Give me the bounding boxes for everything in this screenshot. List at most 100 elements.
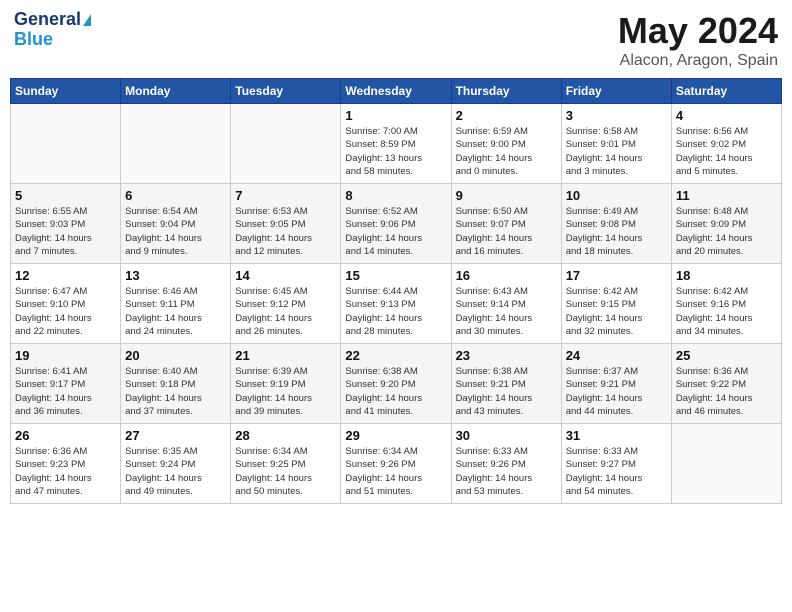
calendar-cell: 3Sunrise: 6:58 AM Sunset: 9:01 PM Daylig…	[561, 104, 671, 184]
day-number: 11	[676, 188, 777, 203]
weekday-header-monday: Monday	[121, 79, 231, 104]
day-info: Sunrise: 6:44 AM Sunset: 9:13 PM Dayligh…	[345, 285, 446, 338]
day-number: 5	[15, 188, 116, 203]
day-info: Sunrise: 6:52 AM Sunset: 9:06 PM Dayligh…	[345, 205, 446, 258]
day-info: Sunrise: 6:39 AM Sunset: 9:19 PM Dayligh…	[235, 365, 336, 418]
calendar-cell: 16 Sunrise: 6:43 AM Sunset: 9:14 PM Dayli…	[451, 264, 561, 344]
day-number: 13	[125, 268, 226, 283]
day-info: Sunrise: 6:43 AM Sunset: 9:14 PM Dayligh…	[456, 285, 557, 338]
calendar-cell: 21 Sunrise: 6:39 AM Sunset: 9:19 PM Dayli…	[231, 344, 341, 424]
calendar-cell: 11 Sunrise: 6:48 AM Sunset: 9:09 PM Dayli…	[671, 184, 781, 264]
calendar-cell: 22Sunrise: 6:38 AM Sunset: 9:20 PM Dayli…	[341, 344, 451, 424]
day-number: 27	[125, 428, 226, 443]
calendar-cell: 28Sunrise: 6:34 AM Sunset: 9:25 PM Dayli…	[231, 424, 341, 504]
calendar-cell: 14Sunrise: 6:45 AM Sunset: 9:12 PM Dayli…	[231, 264, 341, 344]
day-info: Sunrise: 6:53 AM Sunset: 9:05 PM Dayligh…	[235, 205, 336, 258]
day-info: Sunrise: 6:34 AM Sunset: 9:26 PM Dayligh…	[345, 445, 446, 498]
day-info: Sunrise: 6:38 AM Sunset: 9:20 PM Dayligh…	[345, 365, 446, 418]
calendar-cell: 31 Sunrise: 6:33 AM Sunset: 9:27 PM Dayli…	[561, 424, 671, 504]
day-info: Sunrise: 6:49 AM Sunset: 9:08 PM Dayligh…	[566, 205, 667, 258]
calendar-cell: 9 Sunrise: 6:50 AM Sunset: 9:07 PM Daylig…	[451, 184, 561, 264]
day-number: 6	[125, 188, 226, 203]
day-number: 21	[235, 348, 336, 363]
calendar-cell: 5 Sunrise: 6:55 AM Sunset: 9:03 PM Daylig…	[11, 184, 121, 264]
day-number: 2	[456, 108, 557, 123]
calendar-cell	[231, 104, 341, 184]
weekday-header-tuesday: Tuesday	[231, 79, 341, 104]
day-info: Sunrise: 6:58 AM Sunset: 9:01 PM Dayligh…	[566, 125, 667, 178]
day-number: 16	[456, 268, 557, 283]
calendar-cell: 4Sunrise: 6:56 AM Sunset: 9:02 PM Daylig…	[671, 104, 781, 184]
day-info: Sunrise: 6:47 AM Sunset: 9:10 PM Dayligh…	[15, 285, 116, 338]
day-number: 1	[345, 108, 446, 123]
calendar-location: Alacon, Aragon, Spain	[618, 52, 778, 70]
day-info: Sunrise: 6:48 AM Sunset: 9:09 PM Dayligh…	[676, 205, 777, 258]
day-info: Sunrise: 6:45 AM Sunset: 9:12 PM Dayligh…	[235, 285, 336, 338]
calendar-cell: 13 Sunrise: 6:46 AM Sunset: 9:11 PM Dayli…	[121, 264, 231, 344]
day-info: Sunrise: 6:50 AM Sunset: 9:07 PM Dayligh…	[456, 205, 557, 258]
day-number: 8	[345, 188, 446, 203]
day-info: Sunrise: 6:41 AM Sunset: 9:17 PM Dayligh…	[15, 365, 116, 418]
calendar-cell: 1 Sunrise: 7:00 AM Sunset: 8:59 PM Daylig…	[341, 104, 451, 184]
day-number: 31	[566, 428, 667, 443]
page-header: General Blue May 2024 Alacon, Aragon, Sp…	[10, 10, 782, 70]
calendar-cell: 26 Sunrise: 6:36 AM Sunset: 9:23 PM Dayli…	[11, 424, 121, 504]
calendar-week-5: 26 Sunrise: 6:36 AM Sunset: 9:23 PM Dayli…	[11, 424, 782, 504]
calendar-title: May 2024	[618, 10, 778, 52]
day-number: 10	[566, 188, 667, 203]
weekday-header-saturday: Saturday	[671, 79, 781, 104]
day-number: 30	[456, 428, 557, 443]
calendar-week-1: 1 Sunrise: 7:00 AM Sunset: 8:59 PM Daylig…	[11, 104, 782, 184]
calendar-cell: 30 Sunrise: 6:33 AM Sunset: 9:26 PM Dayli…	[451, 424, 561, 504]
day-number: 17	[566, 268, 667, 283]
calendar-cell: 15Sunrise: 6:44 AM Sunset: 9:13 PM Dayli…	[341, 264, 451, 344]
weekday-header-row: SundayMondayTuesdayWednesdayThursdayFrid…	[11, 79, 782, 104]
day-info: Sunrise: 6:36 AM Sunset: 9:22 PM Dayligh…	[676, 365, 777, 418]
day-info: Sunrise: 6:33 AM Sunset: 9:26 PM Dayligh…	[456, 445, 557, 498]
day-info: Sunrise: 6:59 AM Sunset: 9:00 PM Dayligh…	[456, 125, 557, 178]
day-info: Sunrise: 6:46 AM Sunset: 9:11 PM Dayligh…	[125, 285, 226, 338]
calendar-cell: 25Sunrise: 6:36 AM Sunset: 9:22 PM Dayli…	[671, 344, 781, 424]
calendar-cell: 7 Sunrise: 6:53 AM Sunset: 9:05 PM Daylig…	[231, 184, 341, 264]
day-info: Sunrise: 6:35 AM Sunset: 9:24 PM Dayligh…	[125, 445, 226, 498]
day-number: 4	[676, 108, 777, 123]
logo: General Blue	[14, 10, 91, 50]
day-number: 7	[235, 188, 336, 203]
calendar-cell: 12Sunrise: 6:47 AM Sunset: 9:10 PM Dayli…	[11, 264, 121, 344]
calendar-cell: 19 Sunrise: 6:41 AM Sunset: 9:17 PM Dayli…	[11, 344, 121, 424]
calendar-cell	[671, 424, 781, 504]
weekday-header-friday: Friday	[561, 79, 671, 104]
calendar-cell	[11, 104, 121, 184]
day-number: 20	[125, 348, 226, 363]
day-info: Sunrise: 6:40 AM Sunset: 9:18 PM Dayligh…	[125, 365, 226, 418]
calendar-cell: 18Sunrise: 6:42 AM Sunset: 9:16 PM Dayli…	[671, 264, 781, 344]
day-info: Sunrise: 6:42 AM Sunset: 9:15 PM Dayligh…	[566, 285, 667, 338]
calendar-cell: 29 Sunrise: 6:34 AM Sunset: 9:26 PM Dayli…	[341, 424, 451, 504]
day-number: 19	[15, 348, 116, 363]
weekday-header-wednesday: Wednesday	[341, 79, 451, 104]
day-number: 26	[15, 428, 116, 443]
logo-text-blue: Blue	[14, 30, 53, 50]
weekday-header-sunday: Sunday	[11, 79, 121, 104]
day-info: Sunrise: 6:54 AM Sunset: 9:04 PM Dayligh…	[125, 205, 226, 258]
logo-triangle-icon	[83, 14, 91, 26]
calendar-week-3: 12Sunrise: 6:47 AM Sunset: 9:10 PM Dayli…	[11, 264, 782, 344]
calendar-week-2: 5 Sunrise: 6:55 AM Sunset: 9:03 PM Daylig…	[11, 184, 782, 264]
day-info: Sunrise: 7:00 AM Sunset: 8:59 PM Dayligh…	[345, 125, 446, 178]
calendar-cell: 27 Sunrise: 6:35 AM Sunset: 9:24 PM Dayli…	[121, 424, 231, 504]
calendar-cell: 23Sunrise: 6:38 AM Sunset: 9:21 PM Dayli…	[451, 344, 561, 424]
day-info: Sunrise: 6:55 AM Sunset: 9:03 PM Dayligh…	[15, 205, 116, 258]
calendar-week-4: 19 Sunrise: 6:41 AM Sunset: 9:17 PM Dayli…	[11, 344, 782, 424]
day-number: 9	[456, 188, 557, 203]
title-block: May 2024 Alacon, Aragon, Spain	[618, 10, 778, 70]
day-number: 23	[456, 348, 557, 363]
day-info: Sunrise: 6:34 AM Sunset: 9:25 PM Dayligh…	[235, 445, 336, 498]
day-info: Sunrise: 6:33 AM Sunset: 9:27 PM Dayligh…	[566, 445, 667, 498]
day-number: 24	[566, 348, 667, 363]
weekday-header-thursday: Thursday	[451, 79, 561, 104]
day-info: Sunrise: 6:36 AM Sunset: 9:23 PM Dayligh…	[15, 445, 116, 498]
day-number: 29	[345, 428, 446, 443]
day-info: Sunrise: 6:37 AM Sunset: 9:21 PM Dayligh…	[566, 365, 667, 418]
calendar-cell: 20 Sunrise: 6:40 AM Sunset: 9:18 PM Dayli…	[121, 344, 231, 424]
calendar-cell	[121, 104, 231, 184]
